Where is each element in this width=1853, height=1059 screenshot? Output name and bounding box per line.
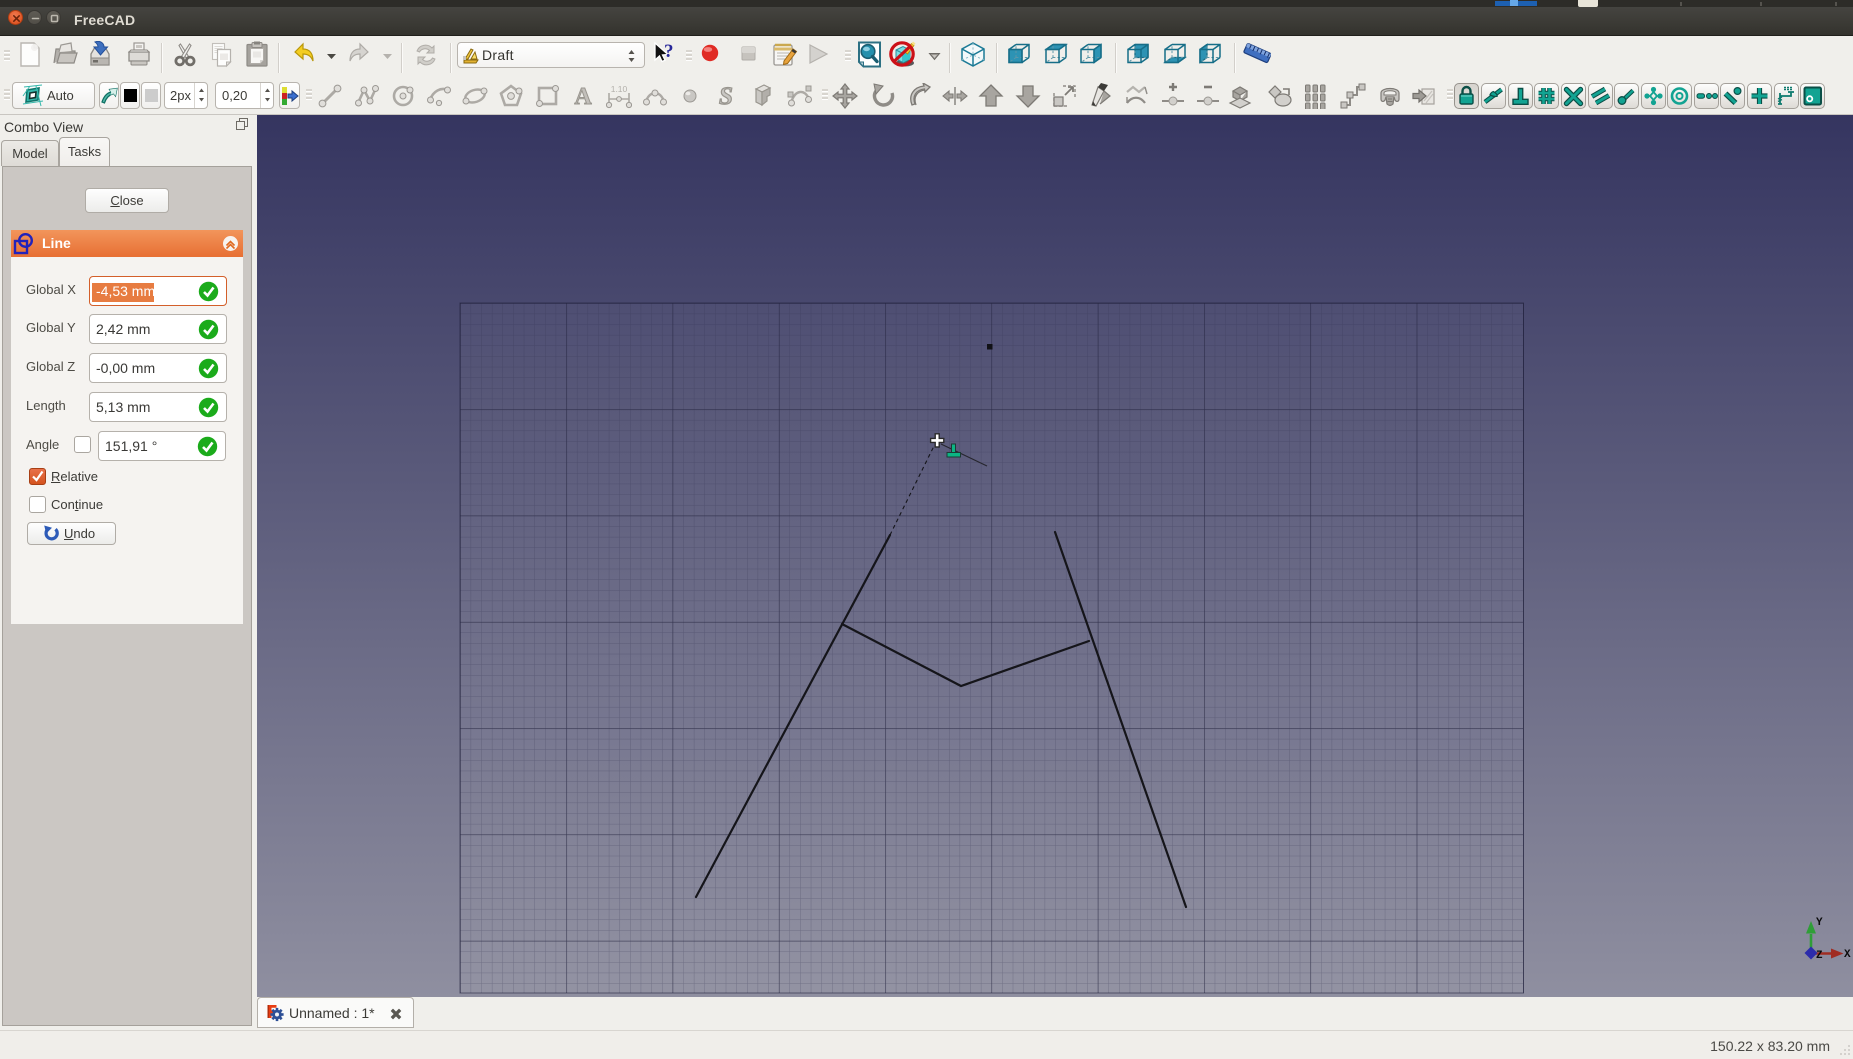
svg-text:Z: Z [1816, 950, 1823, 962]
svg-text:1.10: 1.10 [611, 84, 628, 94]
svg-text:A: A [574, 84, 592, 109]
svg-text:?: ? [664, 41, 674, 62]
svg-text:X: X [1844, 949, 1851, 961]
svg-text:Y: Y [1816, 917, 1823, 929]
svg-text:S: S [719, 83, 733, 109]
